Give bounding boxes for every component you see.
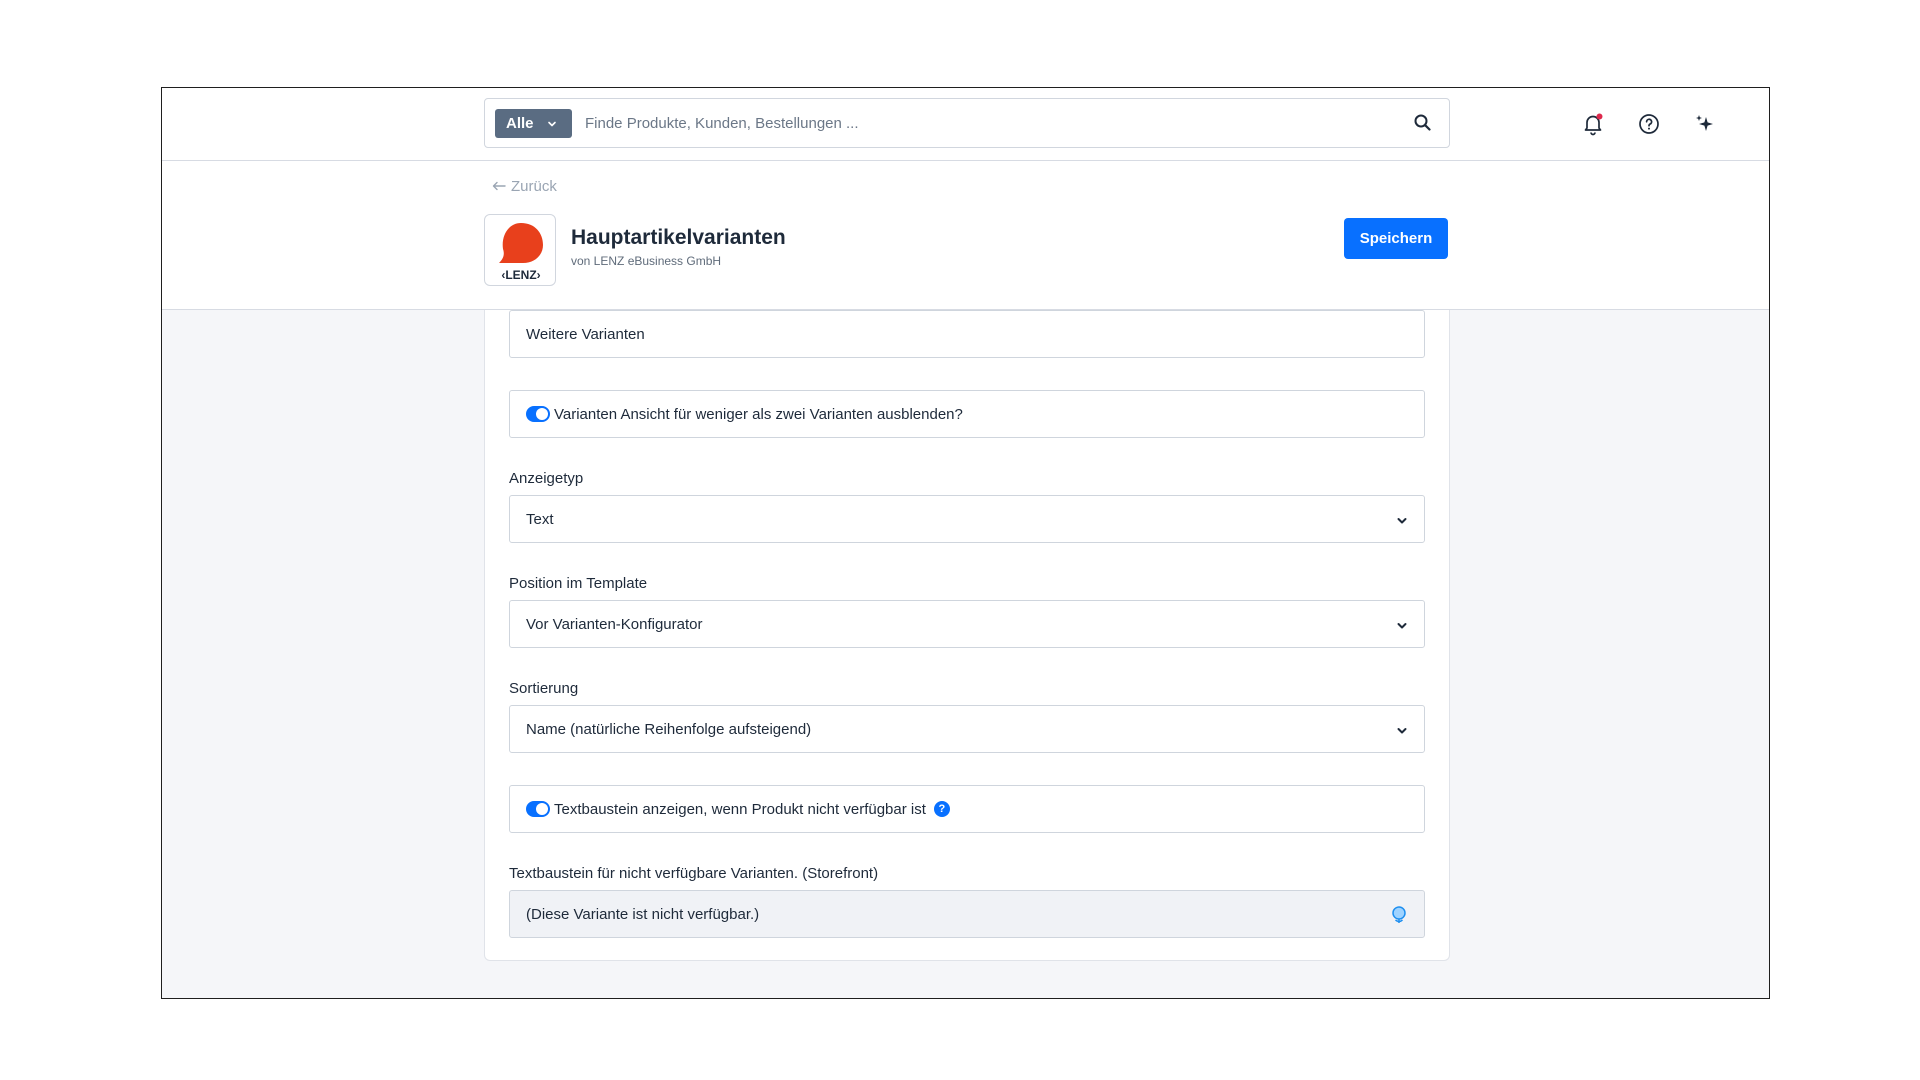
logo-text: ‹LENZ›: [501, 268, 540, 282]
ai-sparkle-icon[interactable]: [1692, 111, 1718, 137]
chevron-down-icon: [1396, 619, 1408, 631]
content-area: Weitere Varianten Varianten Ansicht für …: [162, 310, 1769, 998]
sort-value: Name (natürliche Reihenfolge aufsteigend…: [526, 720, 812, 738]
hide-variants-toggle-label: Varianten Ansicht für weniger als zwei V…: [554, 405, 963, 423]
page-header: Zurück ‹LENZ› Hauptartikelvarianten von …: [162, 161, 1769, 310]
textblock-toggle-label: Textbaustein anzeigen, wenn Produkt nich…: [554, 800, 926, 818]
display-type-value: Text: [526, 510, 554, 528]
app-window: Alle Finde Produkte, Kunden, Bestellunge…: [161, 87, 1770, 999]
position-value: Vor Varianten-Konfigurator: [526, 615, 703, 633]
notifications-bell-icon[interactable]: [1580, 111, 1606, 137]
page-title: Hauptartikelvarianten: [571, 226, 786, 249]
search-filter-dropdown[interactable]: Alle: [495, 109, 572, 138]
hide-variants-toggle-row: Varianten Ansicht für weniger als zwei V…: [509, 390, 1425, 438]
sort-label: Sortierung: [509, 680, 579, 697]
hide-variants-toggle[interactable]: [526, 406, 550, 422]
help-tooltip-icon[interactable]: ?: [933, 801, 950, 817]
back-link[interactable]: Zurück: [492, 178, 557, 195]
save-button[interactable]: Speichern: [1344, 218, 1448, 259]
sort-select[interactable]: Name (natürliche Reihenfolge aufsteigend…: [509, 705, 1425, 753]
chevron-down-icon: [1396, 724, 1408, 736]
back-link-label: Zurück: [511, 178, 557, 195]
arrow-left-icon: [492, 178, 506, 195]
search-input[interactable]: [585, 109, 1385, 138]
chevron-down-icon: [547, 119, 557, 129]
search-filter-label: Alle: [506, 115, 534, 132]
search-icon[interactable]: [1413, 113, 1433, 133]
textblock-field-value: (Diese Variante ist nicht verfügbar.): [526, 905, 760, 923]
display-type-label: Anzeigetyp: [509, 470, 584, 487]
global-search: Alle: [484, 98, 1450, 148]
settings-card: Weitere Varianten Varianten Ansicht für …: [484, 310, 1450, 961]
textblock-toggle-row: Textbaustein anzeigen, wenn Produkt nich…: [509, 785, 1425, 833]
chevron-down-icon: [1396, 514, 1408, 526]
more-variants-field[interactable]: Weitere Varianten: [509, 310, 1425, 358]
translation-globe-icon[interactable]: [1390, 905, 1408, 925]
help-icon[interactable]: [1636, 111, 1662, 137]
app-logo: ‹LENZ›: [484, 214, 556, 286]
textblock-field[interactable]: (Diese Variante ist nicht verfügbar.): [509, 890, 1425, 938]
display-type-select[interactable]: Text: [509, 495, 1425, 543]
position-label: Position im Template: [509, 575, 648, 592]
textblock-toggle[interactable]: [526, 801, 550, 817]
position-select[interactable]: Vor Varianten-Konfigurator: [509, 600, 1425, 648]
textblock-field-label: Textbaustein für nicht verfügbare Varian…: [509, 865, 879, 882]
app-vendor: von LENZ eBusiness GmbH: [571, 254, 722, 268]
top-bar: Alle: [162, 88, 1769, 161]
more-variants-value: Weitere Varianten: [526, 325, 645, 343]
